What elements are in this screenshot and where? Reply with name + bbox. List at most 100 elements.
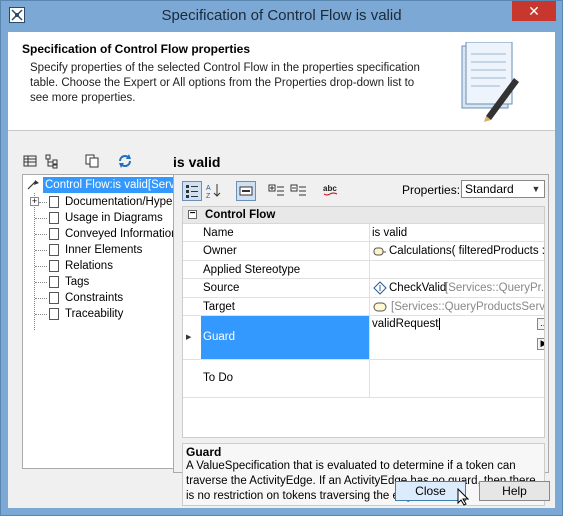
property-name: Source <box>203 282 240 294</box>
properties-grid: − Control Flow Name is valid Owner Calcu… <box>182 206 545 438</box>
properties-dropdown-value: Standard <box>465 182 514 196</box>
expand-arrow-button[interactable]: ▶ <box>537 338 544 350</box>
property-value[interactable]: Calculations( filteredProducts :... <box>369 242 544 260</box>
tree-item-label: Documentation/Hyperli <box>65 196 176 208</box>
tree-item-label: Usage in Diagrams <box>65 212 163 224</box>
document-icon <box>49 308 59 320</box>
property-name: To Do <box>203 372 234 384</box>
property-row-applied-stereotype[interactable]: Applied Stereotype <box>183 261 544 279</box>
tree-item-inner-elements[interactable]: Inner Elements <box>23 242 173 258</box>
tree-item-constraints[interactable]: Constraints <box>23 290 173 306</box>
tree-item-documentation[interactable]: + Documentation/Hyperli <box>23 194 176 210</box>
property-name: Owner <box>203 245 237 257</box>
property-value[interactable]: CheckValid [Services::QueryPr... <box>369 279 544 297</box>
spelling-button[interactable]: abc <box>322 181 342 201</box>
tree-item-conveyed-information[interactable]: Conveyed Information <box>23 226 176 242</box>
tree-connector <box>35 266 47 267</box>
section-control-flow[interactable]: − Control Flow <box>183 207 544 224</box>
compact-view-button[interactable] <box>236 181 256 201</box>
sort-az-icon: AZ <box>204 184 222 202</box>
section-collapse-toggle[interactable]: − <box>188 209 197 219</box>
collapse-all-button[interactable] <box>290 181 310 201</box>
document-icon <box>49 244 59 256</box>
document-icon <box>49 228 59 240</box>
property-name-selected: Guard <box>201 316 369 359</box>
specification-tree: Control Flow:is valid[Servic + Documenta… <box>22 174 176 469</box>
property-row-guard[interactable]: ▶ Guard validRequest ... ▶ <box>183 316 544 360</box>
spelling-icon: abc <box>322 184 340 202</box>
header-panel: Specification of Control Flow properties… <box>8 32 555 131</box>
tree-item-label: Tags <box>65 276 90 288</box>
window-close-button[interactable]: ✕ <box>512 1 556 21</box>
tree-expand-toggle[interactable]: + <box>30 197 39 206</box>
property-value[interactable]: is valid <box>369 224 544 241</box>
tree-item-label: Inner Elements <box>65 244 143 256</box>
property-value[interactable] <box>369 360 544 397</box>
title-bar[interactable]: Specification of Control Flow is valid ✕ <box>1 1 562 31</box>
property-value[interactable]: [Services::QueryProductsServ... <box>369 298 544 315</box>
property-value[interactable] <box>369 261 544 278</box>
tree-item-traceability[interactable]: Traceability <box>23 306 173 322</box>
compact-icon <box>237 186 255 203</box>
svg-text:A: A <box>206 185 211 192</box>
tree-connector <box>35 282 47 283</box>
sort-az-button[interactable]: AZ <box>204 181 224 201</box>
tree-connector <box>35 234 47 235</box>
property-row-owner[interactable]: Owner Calculations( filteredProducts :..… <box>183 242 544 261</box>
mouse-pointer-icon <box>457 487 470 509</box>
tree-connector <box>35 314 47 315</box>
tree-connector <box>35 298 47 299</box>
tree-connector <box>35 250 47 251</box>
expand-all-icon <box>268 184 286 202</box>
tree-root-label: Control Flow:is valid[Servic <box>43 177 175 193</box>
svg-text:Z: Z <box>206 193 211 199</box>
document-icon <box>49 196 59 208</box>
copy-icon[interactable] <box>84 153 100 169</box>
close-button[interactable]: Close <box>395 481 466 501</box>
document-icon <box>49 276 59 288</box>
tree-item-label: Conveyed Information <box>65 228 176 240</box>
tree-item-root[interactable]: Control Flow:is valid[Servic <box>23 177 175 193</box>
properties-dropdown[interactable]: Standard ▼ <box>461 180 545 198</box>
tree-connector <box>35 218 47 219</box>
tree-item-label: Relations <box>65 260 113 272</box>
dialog-window: Specification of Control Flow is valid ✕… <box>0 0 563 516</box>
tree-connector <box>39 202 47 203</box>
property-row-to-do[interactable]: To Do <box>183 360 544 398</box>
tree-view-icon[interactable] <box>44 153 60 169</box>
dialog-client-area: Specification of Control Flow properties… <box>8 32 555 508</box>
refresh-icon[interactable] <box>117 153 133 169</box>
header-title: Specification of Control Flow properties <box>22 42 251 56</box>
decision-node-icon <box>373 281 387 297</box>
property-row-name[interactable]: Name is valid <box>183 224 544 242</box>
help-button[interactable]: Help <box>479 481 550 501</box>
svg-text:abc: abc <box>323 184 337 193</box>
tree-item-label: Traceability <box>65 308 124 320</box>
properties-panel: AZ abc Properties: Standard ▼ − Control … <box>173 174 549 506</box>
chevron-down-icon: ▼ <box>531 184 541 194</box>
header-description: Specify properties of the selected Contr… <box>30 62 420 104</box>
tree-item-label: Constraints <box>65 292 124 304</box>
property-name: Target <box>203 301 235 313</box>
specification-document-icon <box>460 41 520 122</box>
property-name: Applied Stereotype <box>203 264 301 276</box>
expand-all-button[interactable] <box>268 181 288 201</box>
categorized-icon <box>183 185 201 203</box>
property-row-source[interactable]: Source CheckValid [Services::QueryPr... <box>183 279 544 298</box>
collapse-all-icon <box>290 184 308 202</box>
guard-value-editor[interactable]: validRequest ... ▶ <box>369 316 544 359</box>
list-view-icon[interactable] <box>22 153 38 169</box>
activity-icon <box>373 246 387 260</box>
tree-item-tags[interactable]: Tags <box>23 274 173 290</box>
close-icon: ✕ <box>528 3 540 19</box>
row-pointer-icon: ▶ <box>186 334 192 341</box>
window-title: Specification of Control Flow is valid <box>161 7 402 24</box>
section-label: Control Flow <box>205 209 276 221</box>
ellipsis-button[interactable]: ... <box>537 318 544 330</box>
tree-item-usage-in-diagrams[interactable]: Usage in Diagrams <box>23 210 173 226</box>
properties-toolbar: AZ abc Properties: Standard ▼ <box>174 175 548 205</box>
action-node-icon <box>373 302 387 315</box>
categorized-button[interactable] <box>182 181 202 201</box>
property-row-target[interactable]: Target [Services::QueryProductsServ... <box>183 298 544 316</box>
tree-item-relations[interactable]: Relations <box>23 258 173 274</box>
